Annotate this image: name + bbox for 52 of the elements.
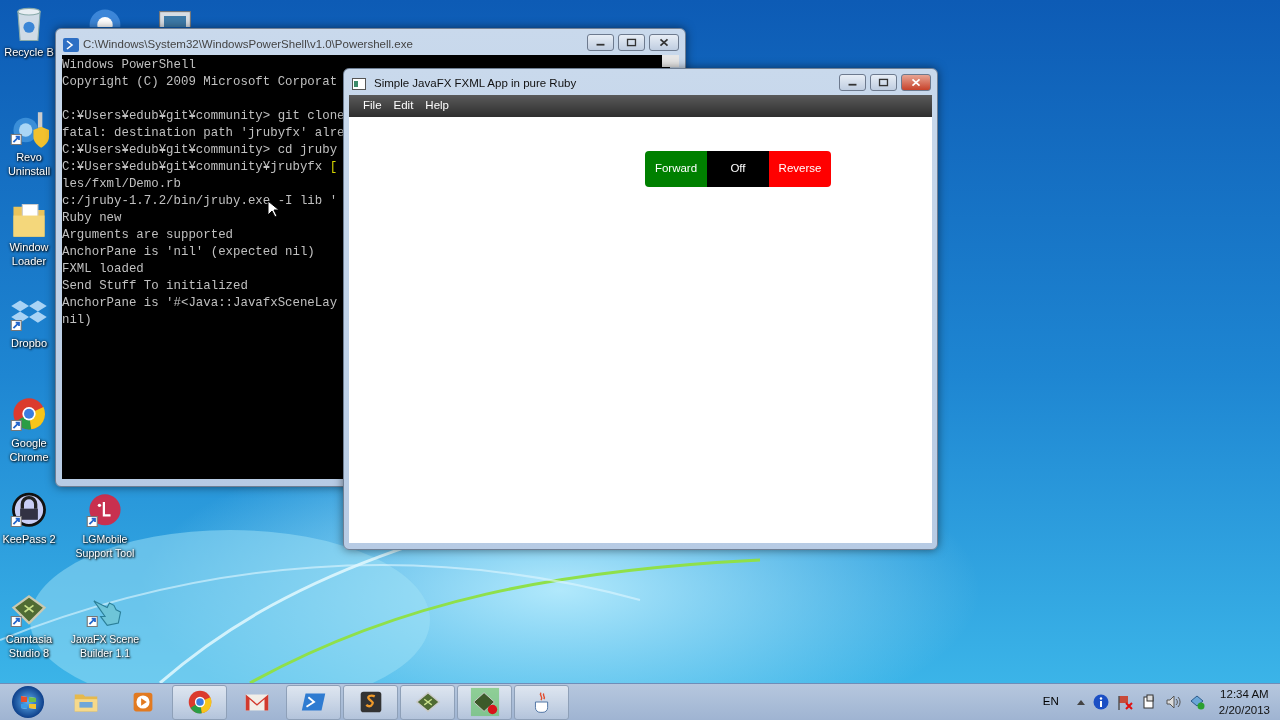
info-icon[interactable]: [1092, 694, 1109, 710]
minimize-button[interactable]: [839, 74, 866, 91]
console-line: les/fxml/Demo.rb: [62, 177, 181, 191]
taskbar-button[interactable]: [343, 684, 398, 720]
console-line: c:/jruby-1.7.2/bin/jruby.exe -I lib ': [62, 194, 338, 208]
volume-icon[interactable]: [1164, 694, 1181, 710]
clock[interactable]: 12:34 AM 2/20/2013: [1212, 686, 1280, 718]
icon-label[interactable]: KeePass 2: [2, 532, 56, 546]
window-title: Simple JavaFX FXML App in pure Ruby: [374, 76, 577, 91]
console-line: Arguments are supported: [62, 228, 234, 242]
icon-label[interactable]: Dropbo: [2, 336, 56, 350]
scrollbar[interactable]: [662, 55, 679, 67]
maximize-button[interactable]: [870, 74, 897, 91]
console-line: Windows PowerShell: [62, 58, 196, 72]
segment-button[interactable]: Reverse: [769, 151, 831, 187]
segment-button[interactable]: Forward: [645, 151, 707, 187]
close-button[interactable]: [649, 34, 679, 51]
taskbar-button[interactable]: [457, 684, 512, 720]
icon-label[interactable]: Google Chrome: [2, 436, 56, 464]
close-button[interactable]: [901, 74, 931, 91]
recorder-icon: [469, 687, 500, 717]
menu-item[interactable]: Help: [419, 97, 455, 115]
network-icon[interactable]: [1188, 694, 1205, 710]
icon-label[interactable]: Recycle B: [2, 45, 56, 59]
language-indicator[interactable]: EN: [1042, 693, 1059, 711]
console-line: Send Stuff To initialized: [62, 279, 248, 293]
console-line: AnchorPane is 'nil' (expected nil): [62, 245, 315, 259]
console-line: C:¥Users¥edub¥git¥community¥jrubyfx [: [62, 160, 338, 174]
segment-button[interactable]: Off: [707, 151, 769, 187]
console-line: fatal: destination path 'jrubyfx' alre: [62, 126, 345, 140]
menu-item[interactable]: File: [357, 97, 388, 115]
window-title: C:\Windows\System32\WindowsPowerShell\v1.0\Powershell.exe: [83, 37, 413, 52]
console-line: C:¥Users¥edub¥git¥community> git clone: [62, 109, 345, 123]
maximize-button[interactable]: [618, 34, 645, 51]
console-line: AnchorPane is '#<Java::JavafxSceneLay: [62, 296, 338, 310]
device-icon[interactable]: [1140, 694, 1157, 710]
console-line: C:¥Users¥edub¥git¥community> cd jruby: [62, 143, 338, 157]
icon-label[interactable]: Revo Uninstall: [2, 150, 56, 178]
icon-label[interactable]: Window Loader: [2, 240, 56, 268]
flag-icon[interactable]: [1116, 694, 1133, 710]
console-line: FXML loaded: [62, 262, 144, 276]
expand-arrow-icon[interactable]: [1076, 699, 1085, 705]
terminal-icon: [63, 37, 79, 52]
window-icon: [352, 77, 366, 90]
console-line: Copyright (C) 2009 Microsoft Corporat: [62, 75, 338, 89]
taskbar-button[interactable]: [400, 684, 455, 720]
minimize-button[interactable]: [587, 34, 614, 51]
shield-icon[interactable]: [9, 110, 49, 150]
menu-item[interactable]: Edit: [387, 97, 420, 115]
console-line: Ruby new: [62, 211, 122, 225]
console-line: nil): [62, 313, 92, 327]
icon-label[interactable]: LGMobile Support Tool: [67, 532, 143, 560]
